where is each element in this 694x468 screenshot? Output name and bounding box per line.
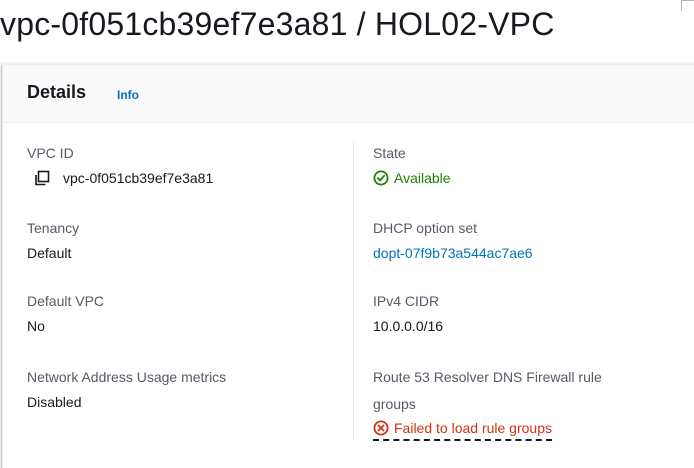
dhcp-option-set-link[interactable]: dopt-07f9b73a544ac7ae6 [373, 243, 533, 263]
default-vpc-value: No [27, 318, 45, 334]
state-field: State Available [373, 143, 451, 188]
copy-icon[interactable] [33, 169, 51, 187]
state-label: State [373, 145, 406, 161]
vpc-id-field: VPC ID vpc-0f051cb39ef7e3a81 [27, 143, 213, 188]
default-vpc-label: Default VPC [27, 293, 105, 309]
status-negative-icon [373, 420, 389, 436]
route53-firewall-label-line2: groups [373, 396, 416, 412]
details-panel: Details Info VPC ID vpc-0f051cb39ef7e3a8… [2, 64, 694, 468]
vpc-id-label: VPC ID [27, 145, 74, 161]
tenancy-label: Tenancy [27, 220, 80, 236]
details-panel-header: Details Info [3, 65, 694, 123]
info-link[interactable]: Info [117, 88, 139, 102]
page-title: vpc-0f051cb39ef7e3a81 / HOL02-VPC [0, 6, 555, 42]
ipv4-cidr-value: 10.0.0.0/16 [373, 318, 444, 334]
vpc-id-value-row: vpc-0f051cb39ef7e3a81 [27, 168, 213, 188]
nau-metrics-label: Network Address Usage metrics [27, 369, 227, 385]
tenancy-field: Tenancy Default [27, 218, 79, 263]
nau-metrics-value: Disabled [27, 394, 82, 410]
ipv4-cidr-label: IPv4 CIDR [373, 293, 440, 309]
dhcp-option-set-field: DHCP option set dopt-07f9b73a544ac7ae6 [373, 218, 533, 263]
column-divider [353, 141, 354, 441]
route53-firewall-value: Failed to load rule groups [394, 420, 552, 436]
vpc-id-value: vpc-0f051cb39ef7e3a81 [63, 170, 214, 186]
default-vpc-field: Default VPC No [27, 291, 104, 336]
ipv4-cidr-field: IPv4 CIDR 10.0.0.0/16 [373, 291, 443, 336]
status-positive-icon [373, 170, 389, 186]
window-corner [681, 0, 694, 11]
failed-rule-groups-popover-trigger[interactable]: Failed to load rule groups [373, 418, 552, 441]
vpc-details-page: vpc-0f051cb39ef7e3a81 / HOL02-VPC Detail… [0, 0, 694, 468]
dhcp-option-set-label: DHCP option set [373, 220, 478, 236]
nau-metrics-field: Network Address Usage metrics Disabled [27, 367, 226, 412]
route53-firewall-label-line1: Route 53 Resolver DNS Firewall rule [373, 369, 602, 385]
route53-firewall-value-row: Failed to load rule groups [373, 418, 602, 441]
details-title: Details [27, 82, 87, 102]
state-value-row: Available [373, 168, 451, 188]
state-value: Available [394, 170, 451, 186]
tenancy-value: Default [27, 245, 72, 261]
page-header: vpc-0f051cb39ef7e3a81 / HOL02-VPC [0, 0, 694, 62]
route53-firewall-field: Route 53 Resolver DNS Firewall rule grou… [373, 367, 602, 441]
